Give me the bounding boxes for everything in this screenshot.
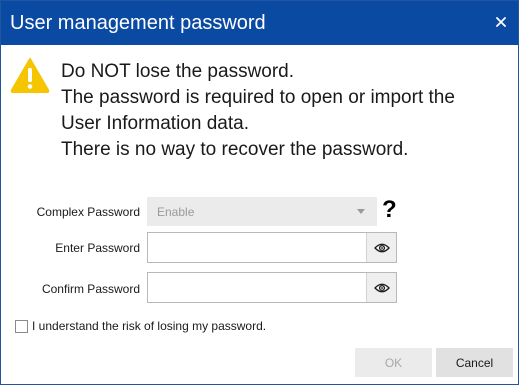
eye-icon	[373, 283, 390, 292]
warning-line: User Information data.	[61, 113, 249, 134]
acknowledge-label[interactable]: I understand the risk of losing my passw…	[32, 319, 266, 333]
ok-button[interactable]: OK	[355, 348, 432, 377]
enter-password-label: Enter Password	[55, 241, 140, 255]
warning-message: Do NOT lose the password. The password i…	[61, 59, 455, 163]
warning-triangle-icon	[10, 58, 50, 93]
acknowledge-row: I understand the risk of losing my passw…	[15, 318, 266, 334]
enter-password-input[interactable]	[148, 233, 368, 262]
title-bar: User management password	[1, 1, 518, 45]
complex-password-value: Enable	[157, 205, 195, 219]
warning-line: Do NOT lose the password.	[61, 61, 295, 82]
warning-line: There is no way to recover the password.	[61, 139, 409, 160]
confirm-password-input[interactable]	[148, 273, 368, 302]
close-icon	[496, 17, 506, 27]
confirm-password-label: Confirm Password	[41, 282, 140, 296]
cancel-button[interactable]: Cancel	[436, 348, 513, 377]
help-icon[interactable]: ?	[382, 196, 397, 224]
complex-password-label: Complex Password	[36, 205, 140, 219]
password-dialog: User management password Do NOT lose the…	[0, 0, 519, 385]
chevron-down-icon	[357, 209, 365, 214]
window-title: User management password	[10, 12, 266, 34]
show-confirm-password-button[interactable]	[366, 273, 396, 302]
complex-password-select[interactable]: Enable	[147, 197, 377, 226]
eye-icon	[373, 243, 390, 252]
warning-line: The password is required to open or impo…	[61, 87, 455, 108]
close-button[interactable]	[492, 13, 510, 31]
acknowledge-checkbox[interactable]	[15, 319, 28, 333]
enter-password-field-box	[147, 232, 397, 263]
confirm-password-field-box	[147, 272, 397, 303]
show-password-button[interactable]	[366, 233, 396, 262]
